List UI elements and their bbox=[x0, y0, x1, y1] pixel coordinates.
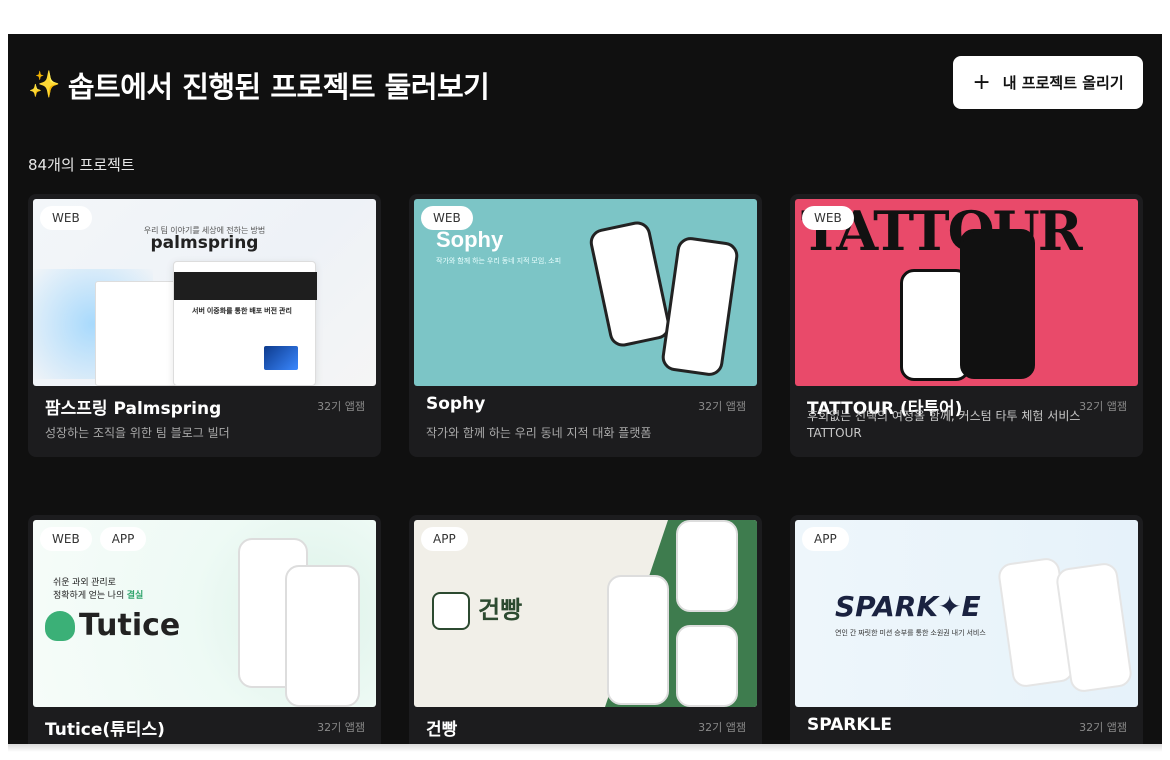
platform-badges: WEB APP bbox=[40, 527, 147, 551]
project-card-tattour[interactable]: TATTOUR WEB TATTOUR (타투어) 32기 앱잼 후회없는 선택… bbox=[790, 194, 1143, 457]
project-title: 건빵 bbox=[426, 720, 458, 740]
project-description: 작가와 함께 하는 우리 동네 지적 대화 플랫폼 bbox=[426, 426, 652, 440]
project-generation: 32기 앱잼 bbox=[698, 721, 746, 734]
platform-badges: WEB bbox=[40, 206, 92, 230]
platform-badges: APP bbox=[802, 527, 849, 551]
page-title: ✨ 솝트에서 진행된 프로젝트 둘러보기 bbox=[28, 64, 490, 106]
thumbnail-subtitle: 연인 간 짜릿한 미션 승부를 통한 소원권 내기 서비스 bbox=[835, 630, 986, 637]
platform-badge: APP bbox=[421, 527, 468, 551]
phone-mockup bbox=[960, 229, 1035, 379]
project-description-line: TATTOUR bbox=[807, 426, 862, 440]
project-description: 후회없는 선택의 여정을 함께, 커스텀 타투 체험 서비스 TATTOUR bbox=[807, 408, 1080, 442]
tagline-line: 쉬운 과외 관리로 bbox=[53, 577, 116, 587]
platform-badge: APP bbox=[99, 527, 147, 551]
phone-mockup bbox=[659, 235, 741, 378]
tagline-line: 정확하게 얻는 나의 bbox=[53, 590, 127, 600]
phone-mockup bbox=[285, 565, 360, 707]
thumbnail-logo: Tutice bbox=[45, 608, 180, 643]
platform-badge: WEB bbox=[40, 206, 92, 230]
project-generation: 32기 앱잼 bbox=[317, 400, 365, 413]
project-title: 팜스프링 Palmspring bbox=[45, 399, 222, 419]
project-card-palmspring[interactable]: 우리 팀 이야기를 세상에 전하는 방법 palmspring 서버 이중화를 … bbox=[28, 194, 381, 457]
thumbnail-heading: 서버 이중화를 통한 배포 버전 관리 bbox=[192, 308, 292, 315]
project-generation: 32기 앱잼 bbox=[1079, 721, 1127, 734]
project-card-tutice[interactable]: 쉬운 과외 관리로 정확하게 얻는 나의 결실 Tutice WEB APP T… bbox=[28, 515, 381, 744]
page-title-text: 솝트에서 진행된 프로젝트 둘러보기 bbox=[67, 70, 490, 104]
thumbnail-logo-text: Tutice bbox=[79, 608, 181, 643]
upload-project-label: 내 프로젝트 올리기 bbox=[1002, 74, 1124, 92]
platform-badges: WEB bbox=[802, 206, 854, 230]
thumbnail-logo: Sophy bbox=[436, 227, 504, 252]
sparkle-icon: ✨ bbox=[28, 70, 60, 100]
project-count: 84개의 프로젝트 bbox=[28, 156, 135, 174]
phone-mockup bbox=[607, 575, 669, 705]
project-generation: 32기 앱잼 bbox=[698, 400, 746, 413]
platform-badges: APP bbox=[421, 527, 468, 551]
thumbnail-tagline: 쉬운 과외 관리로 정확하게 얻는 나의 결실 bbox=[53, 576, 143, 602]
phone-mockup bbox=[676, 625, 738, 707]
project-card-sophy[interactable]: Sophy 작가와 함께 하는 우리 동네 지적 모임, 소피 WEB Soph… bbox=[409, 194, 762, 457]
phone-mockup bbox=[676, 520, 738, 612]
thumbnail-logo: SPARK✦E bbox=[835, 590, 981, 623]
platform-badge: APP bbox=[802, 527, 849, 551]
project-generation: 32기 앱잼 bbox=[317, 721, 365, 734]
platform-badge: WEB bbox=[421, 206, 473, 230]
phone-mockup bbox=[587, 218, 673, 350]
project-card-sparkle[interactable]: SPARK✦E 연인 간 짜릿한 미션 승부를 통한 소원권 내기 서비스 AP… bbox=[790, 515, 1143, 744]
project-generation: 32기 앱잼 bbox=[1079, 400, 1127, 413]
tagline-highlight: 결실 bbox=[126, 590, 144, 600]
project-title: Sophy bbox=[426, 394, 486, 414]
screenshot-window: 서버 이중화를 통한 배포 버전 관리 bbox=[173, 261, 317, 386]
screenshot-window bbox=[95, 281, 185, 386]
project-card-geonbbang[interactable]: 건빵 APP 건빵 32기 앱잼 bbox=[409, 515, 762, 744]
leaf-icon bbox=[45, 610, 75, 641]
projects-page: ✨ 솝트에서 진행된 프로젝트 둘러보기 + 내 프로젝트 올리기 84개의 프… bbox=[8, 34, 1162, 744]
upload-project-button[interactable]: + 내 프로젝트 올리기 bbox=[953, 56, 1143, 109]
platform-badges: WEB bbox=[421, 206, 473, 230]
plus-icon: + bbox=[972, 69, 991, 95]
project-description-line: 후회없는 선택의 여정을 함께, 커스텀 타투 체험 서비스 bbox=[807, 409, 1081, 423]
thumbnail-logo: palmspring bbox=[150, 233, 259, 253]
platform-badge: WEB bbox=[40, 527, 92, 551]
thumbnail-logo: 건빵 bbox=[478, 597, 523, 624]
project-title: SPARKLE bbox=[807, 715, 893, 735]
bread-icon bbox=[432, 592, 470, 630]
project-title: Tutice(튜티스) bbox=[45, 720, 165, 740]
platform-badge: WEB bbox=[802, 206, 854, 230]
thumbnail-subtitle: 작가와 함께 하는 우리 동네 지적 모임, 소피 bbox=[436, 258, 562, 265]
project-description: 성장하는 조직을 위한 팀 블로그 빌더 bbox=[45, 426, 230, 440]
